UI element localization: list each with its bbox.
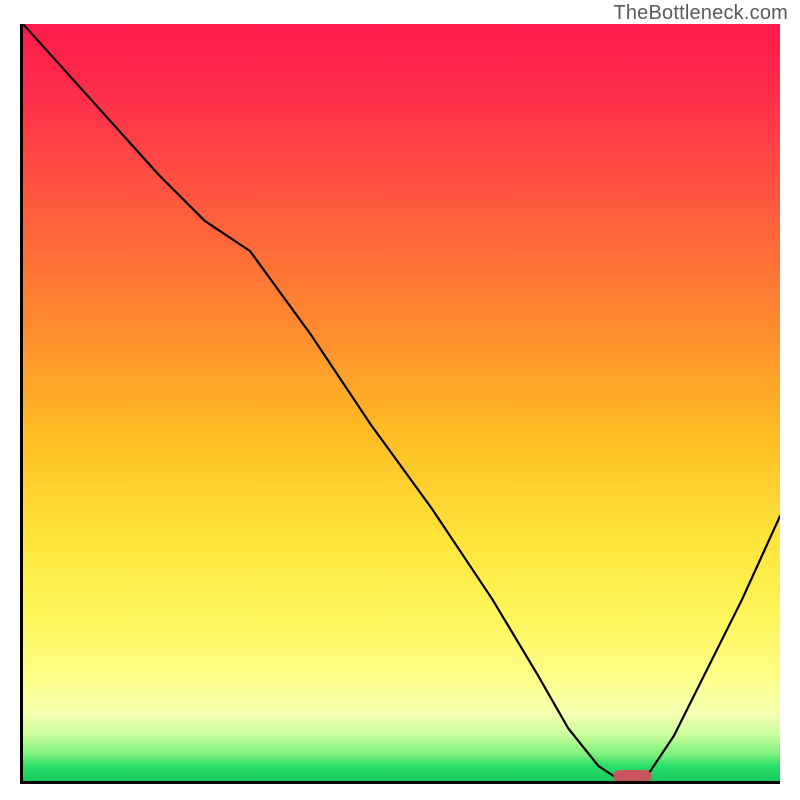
- optimal-marker: [613, 770, 651, 781]
- watermark-text: TheBottleneck.com: [613, 2, 788, 25]
- plot-area: [20, 24, 780, 784]
- curve-layer: [23, 24, 780, 781]
- chart-frame: TheBottleneck.com: [0, 0, 800, 800]
- bottleneck-curve: [23, 24, 780, 781]
